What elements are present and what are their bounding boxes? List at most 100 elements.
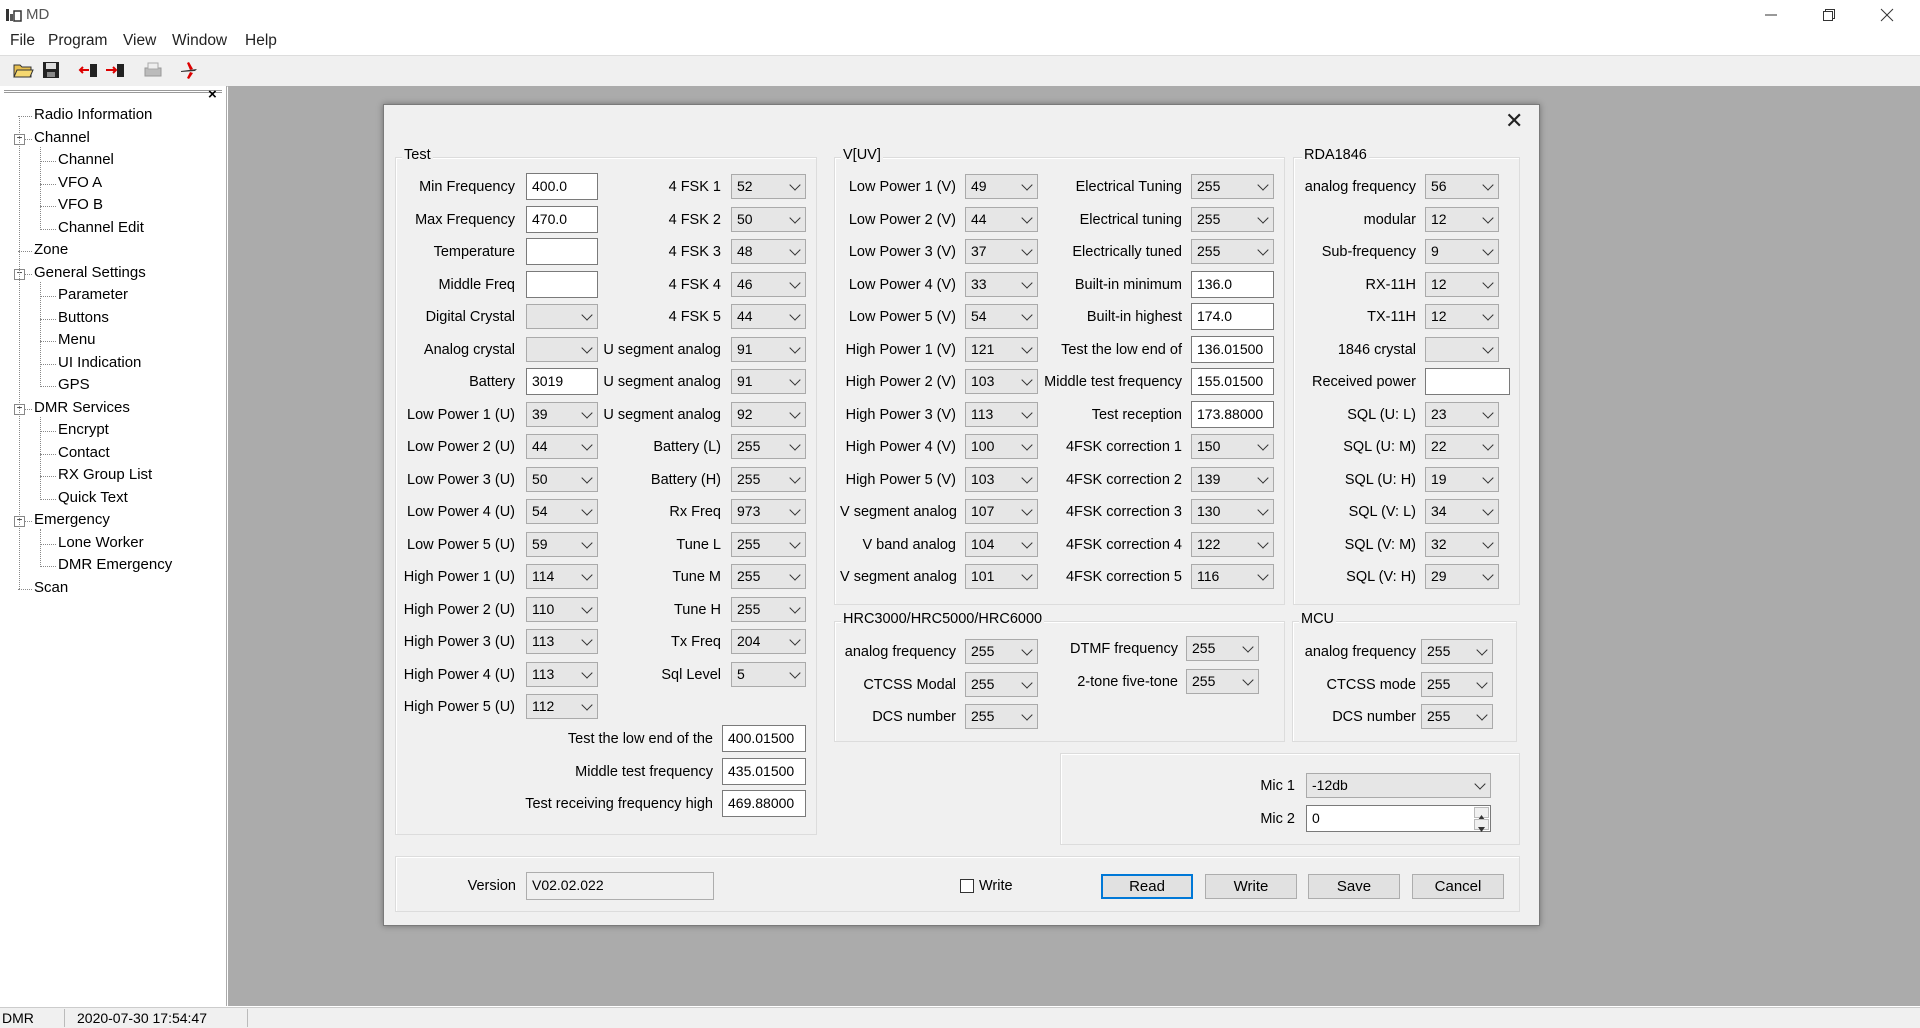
open-folder-icon[interactable] <box>12 59 34 81</box>
sql-u-m-dropdown[interactable]: 22 <box>1425 434 1499 459</box>
mic-2-spinbox[interactable]: 0 <box>1306 804 1491 832</box>
tree-item-scan[interactable]: Scan <box>34 579 68 596</box>
tree-item-ui-indication[interactable]: UI Indication <box>58 354 141 371</box>
high-power-3-v-dropdown[interactable]: 113 <box>965 401 1038 427</box>
middle-test-frequency-input[interactable]: 435.01500 <box>722 757 806 785</box>
4-fsk-2-dropdown[interactable]: 50 <box>731 206 806 232</box>
side-panel-grip[interactable] <box>4 90 222 103</box>
rx-freq-dropdown[interactable]: 973 <box>731 499 806 524</box>
low-power-4-u-dropdown[interactable]: 54 <box>526 499 598 524</box>
high-power-4-v-dropdown[interactable]: 100 <box>965 434 1038 459</box>
tree-item-gps[interactable]: GPS <box>58 376 90 393</box>
temperature-input[interactable] <box>526 238 598 265</box>
side-panel-close-button[interactable]: × <box>208 86 217 103</box>
low-power-5-u-dropdown[interactable]: 59 <box>526 531 598 557</box>
tree-item-zone[interactable]: Zone <box>34 241 68 258</box>
tree-item-vfo-a[interactable]: VFO A <box>58 174 102 191</box>
low-power-5-v-dropdown[interactable]: 54 <box>965 304 1038 329</box>
spin-up-arrow-icon[interactable] <box>1474 806 1489 820</box>
test-receiving-frequency-high-input[interactable]: 469.88000 <box>722 790 806 817</box>
battery-input[interactable]: 3019 <box>526 368 598 395</box>
tune-h-dropdown[interactable]: 255 <box>731 596 806 622</box>
high-power-1-u-dropdown[interactable]: 114 <box>526 564 598 589</box>
dtmf-frequency-dropdown[interactable]: 255 <box>1186 636 1259 661</box>
tree-item-dmr-services[interactable]: DMR Services <box>34 399 130 416</box>
tree-item-channel-edit[interactable]: Channel Edit <box>58 219 144 236</box>
save-disk-icon[interactable] <box>40 59 62 81</box>
tree-item-radio-information[interactable]: Radio Information <box>34 106 152 123</box>
write-button[interactable]: Write <box>1205 874 1297 899</box>
low-power-1-v-dropdown[interactable]: 49 <box>965 174 1038 199</box>
battery-h-dropdown[interactable]: 255 <box>731 466 806 492</box>
high-power-3-u-dropdown[interactable]: 113 <box>526 629 598 654</box>
high-power-2-v-dropdown[interactable]: 103 <box>965 369 1038 394</box>
tree-item-channel[interactable]: Channel <box>34 129 90 146</box>
menu-help[interactable]: Help <box>245 32 277 50</box>
4fsk-correction-4-dropdown[interactable]: 122 <box>1191 531 1274 557</box>
4fsk-correction-3-dropdown[interactable]: 130 <box>1191 499 1274 524</box>
battery-l-dropdown[interactable]: 255 <box>731 434 806 459</box>
save-button[interactable]: Save <box>1308 874 1400 899</box>
restore-button[interactable] <box>1800 0 1858 30</box>
tree-item-channel[interactable]: Channel <box>58 151 114 168</box>
tree-item-vfo-b[interactable]: VFO B <box>58 196 103 213</box>
tree-item-contact[interactable]: Contact <box>58 444 110 461</box>
cancel-button[interactable]: Cancel <box>1412 874 1504 899</box>
test-reception-input[interactable]: 173.88000 <box>1191 400 1274 428</box>
middle-test-frequency-input[interactable]: 155.01500 <box>1191 368 1274 395</box>
v-segment-analog-dropdown[interactable]: 101 <box>965 564 1038 589</box>
high-power-1-v-dropdown[interactable]: 121 <box>965 336 1038 362</box>
4-fsk-4-dropdown[interactable]: 46 <box>731 271 806 297</box>
menu-file[interactable]: File <box>10 32 35 50</box>
sql-u-l-dropdown[interactable]: 23 <box>1425 401 1499 427</box>
dcs-number-dropdown[interactable]: 255 <box>965 704 1038 729</box>
tx-freq-dropdown[interactable]: 204 <box>731 629 806 654</box>
4-fsk-1-dropdown[interactable]: 52 <box>731 174 806 199</box>
electrically-tuned-dropdown[interactable]: 255 <box>1191 239 1274 264</box>
read-button[interactable]: Read <box>1101 874 1193 899</box>
analog-frequency-dropdown[interactable]: 255 <box>965 639 1038 664</box>
plane-icon[interactable] <box>178 59 200 81</box>
1846-crystal-dropdown[interactable] <box>1425 336 1499 362</box>
high-power-2-u-dropdown[interactable]: 110 <box>526 596 598 622</box>
min-frequency-input[interactable]: 400.0 <box>526 173 598 200</box>
sql-u-h-dropdown[interactable]: 19 <box>1425 466 1499 492</box>
test-the-low-end-of-the-input[interactable]: 400.01500 <box>722 725 806 752</box>
read-radio-icon[interactable] <box>78 59 100 81</box>
dcs-number-dropdown[interactable]: 255 <box>1421 704 1493 729</box>
close-window-button[interactable] <box>1858 0 1916 30</box>
2-tone-five-tone-dropdown[interactable]: 255 <box>1186 668 1259 694</box>
v-segment-analog-dropdown[interactable]: 107 <box>965 499 1038 524</box>
u-segment-analog-dropdown[interactable]: 92 <box>731 401 806 427</box>
sql-level-dropdown[interactable]: 5 <box>731 661 806 687</box>
test-the-low-end-of-input[interactable]: 136.01500 <box>1191 335 1274 363</box>
high-power-4-u-dropdown[interactable]: 113 <box>526 661 598 687</box>
low-power-3-v-dropdown[interactable]: 37 <box>965 239 1038 264</box>
4-fsk-3-dropdown[interactable]: 48 <box>731 239 806 264</box>
ctcss-mode-dropdown[interactable]: 255 <box>1421 671 1493 697</box>
rx-11h-dropdown[interactable]: 12 <box>1425 271 1499 297</box>
low-power-3-u-dropdown[interactable]: 50 <box>526 466 598 492</box>
high-power-5-u-dropdown[interactable]: 112 <box>526 694 598 719</box>
analog-frequency-dropdown[interactable]: 56 <box>1425 174 1499 199</box>
write-checkbox[interactable] <box>960 879 974 893</box>
v-band-analog-dropdown[interactable]: 104 <box>965 531 1038 557</box>
analog-crystal-dropdown[interactable] <box>526 336 598 362</box>
4fsk-correction-2-dropdown[interactable]: 139 <box>1191 466 1274 492</box>
modular-dropdown[interactable]: 12 <box>1425 206 1499 232</box>
minimize-button[interactable] <box>1742 0 1800 30</box>
tree-item-encrypt[interactable]: Encrypt <box>58 421 109 438</box>
max-frequency-input[interactable]: 470.0 <box>526 205 598 233</box>
menu-program[interactable]: Program <box>48 32 107 50</box>
tree-item-general-settings[interactable]: General Settings <box>34 264 146 281</box>
write-radio-icon[interactable] <box>104 59 126 81</box>
tree-item-lone-worker[interactable]: Lone Worker <box>58 534 144 551</box>
sql-v-m-dropdown[interactable]: 32 <box>1425 531 1499 557</box>
tree-item-parameter[interactable]: Parameter <box>58 286 128 303</box>
4fsk-correction-1-dropdown[interactable]: 150 <box>1191 434 1274 459</box>
tree-item-rx-group-list[interactable]: RX Group List <box>58 466 152 483</box>
print-icon[interactable] <box>142 59 164 81</box>
built-in-minimum-input[interactable]: 136.0 <box>1191 270 1274 298</box>
u-segment-analog-dropdown[interactable]: 91 <box>731 336 806 362</box>
tx-11h-dropdown[interactable]: 12 <box>1425 304 1499 329</box>
